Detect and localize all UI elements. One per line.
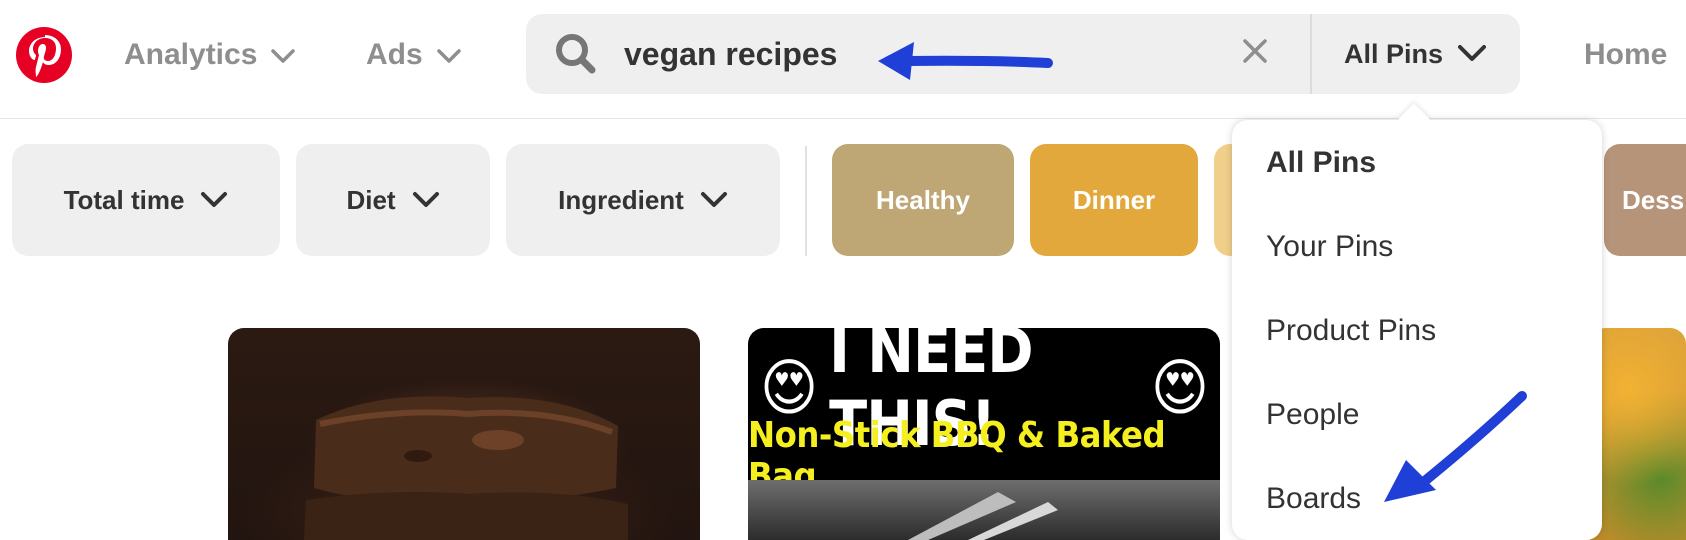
brownie-image — [304, 396, 628, 540]
filter-diet[interactable]: Diet — [296, 144, 490, 256]
ad-subline: Non-Stick BBQ & Baked Bag — [748, 415, 1166, 497]
chip-dessert[interactable]: Dess — [1604, 144, 1686, 256]
close-icon[interactable] — [1240, 36, 1270, 71]
search-scope-menu: All Pins Your Pins Product Pins People B… — [1232, 103, 1602, 540]
search-divider — [1310, 14, 1312, 94]
pin-card-ad[interactable]: 😍 I NEED THIS! 😍 Non-Stick BBQ & Baked B… — [748, 328, 1220, 540]
chip-dessert-label: Dess — [1622, 184, 1685, 215]
chevron-down-icon — [436, 38, 461, 72]
chip-dinner-label: Dinner — [1072, 184, 1156, 215]
chevron-down-icon — [1457, 39, 1487, 70]
pinterest-logo-icon[interactable] — [16, 27, 72, 83]
filter-ingredient[interactable]: Ingredient — [506, 144, 780, 256]
chevron-down-icon — [271, 38, 296, 72]
nav-ads-label: Ads — [366, 38, 423, 71]
pin-card-pasta[interactable] — [1590, 328, 1686, 540]
search-scope-selector[interactable]: All Pins — [1344, 14, 1487, 94]
chevron-down-icon — [412, 185, 440, 216]
menu-item-your-pins[interactable]: Your Pins — [1266, 222, 1393, 272]
search-icon — [554, 32, 598, 81]
menu-item-product-pins[interactable]: Product Pins — [1266, 306, 1436, 356]
filter-total-time-label: Total time — [63, 184, 185, 215]
nav-ads[interactable]: Ads — [366, 30, 461, 80]
top-bar: Analytics Ads vegan recipes All Pins Hom… — [0, 0, 1686, 119]
heart-eyes-emoji-icon: 😍 — [1150, 350, 1209, 424]
menu-item-boards[interactable]: Boards — [1266, 474, 1361, 524]
menu-item-people[interactable]: People — [1266, 390, 1359, 440]
filter-divider — [805, 146, 807, 256]
chip-healthy[interactable]: Healthy — [832, 144, 1014, 256]
nav-home[interactable]: Home — [1584, 30, 1667, 80]
ad-product-image — [748, 480, 1220, 540]
filter-total-time[interactable]: Total time — [12, 144, 280, 256]
menu-item-all-pins[interactable]: All Pins — [1266, 138, 1376, 188]
filter-diet-label: Diet — [346, 184, 396, 215]
nav-analytics[interactable]: Analytics — [124, 30, 296, 80]
chip-healthy-label: Healthy — [876, 184, 970, 215]
nav-analytics-label: Analytics — [124, 38, 258, 71]
filter-ingredient-label: Ingredient — [558, 184, 684, 215]
search-bar[interactable]: vegan recipes All Pins — [526, 14, 1520, 94]
search-input[interactable]: vegan recipes — [624, 14, 837, 94]
chevron-down-icon — [700, 185, 728, 216]
heart-eyes-emoji-icon: 😍 — [760, 350, 818, 424]
chip-dinner[interactable]: Dinner — [1030, 144, 1198, 256]
search-scope-label: All Pins — [1344, 38, 1444, 69]
chevron-down-icon — [200, 185, 228, 216]
pin-card-brownie[interactable] — [228, 328, 700, 540]
